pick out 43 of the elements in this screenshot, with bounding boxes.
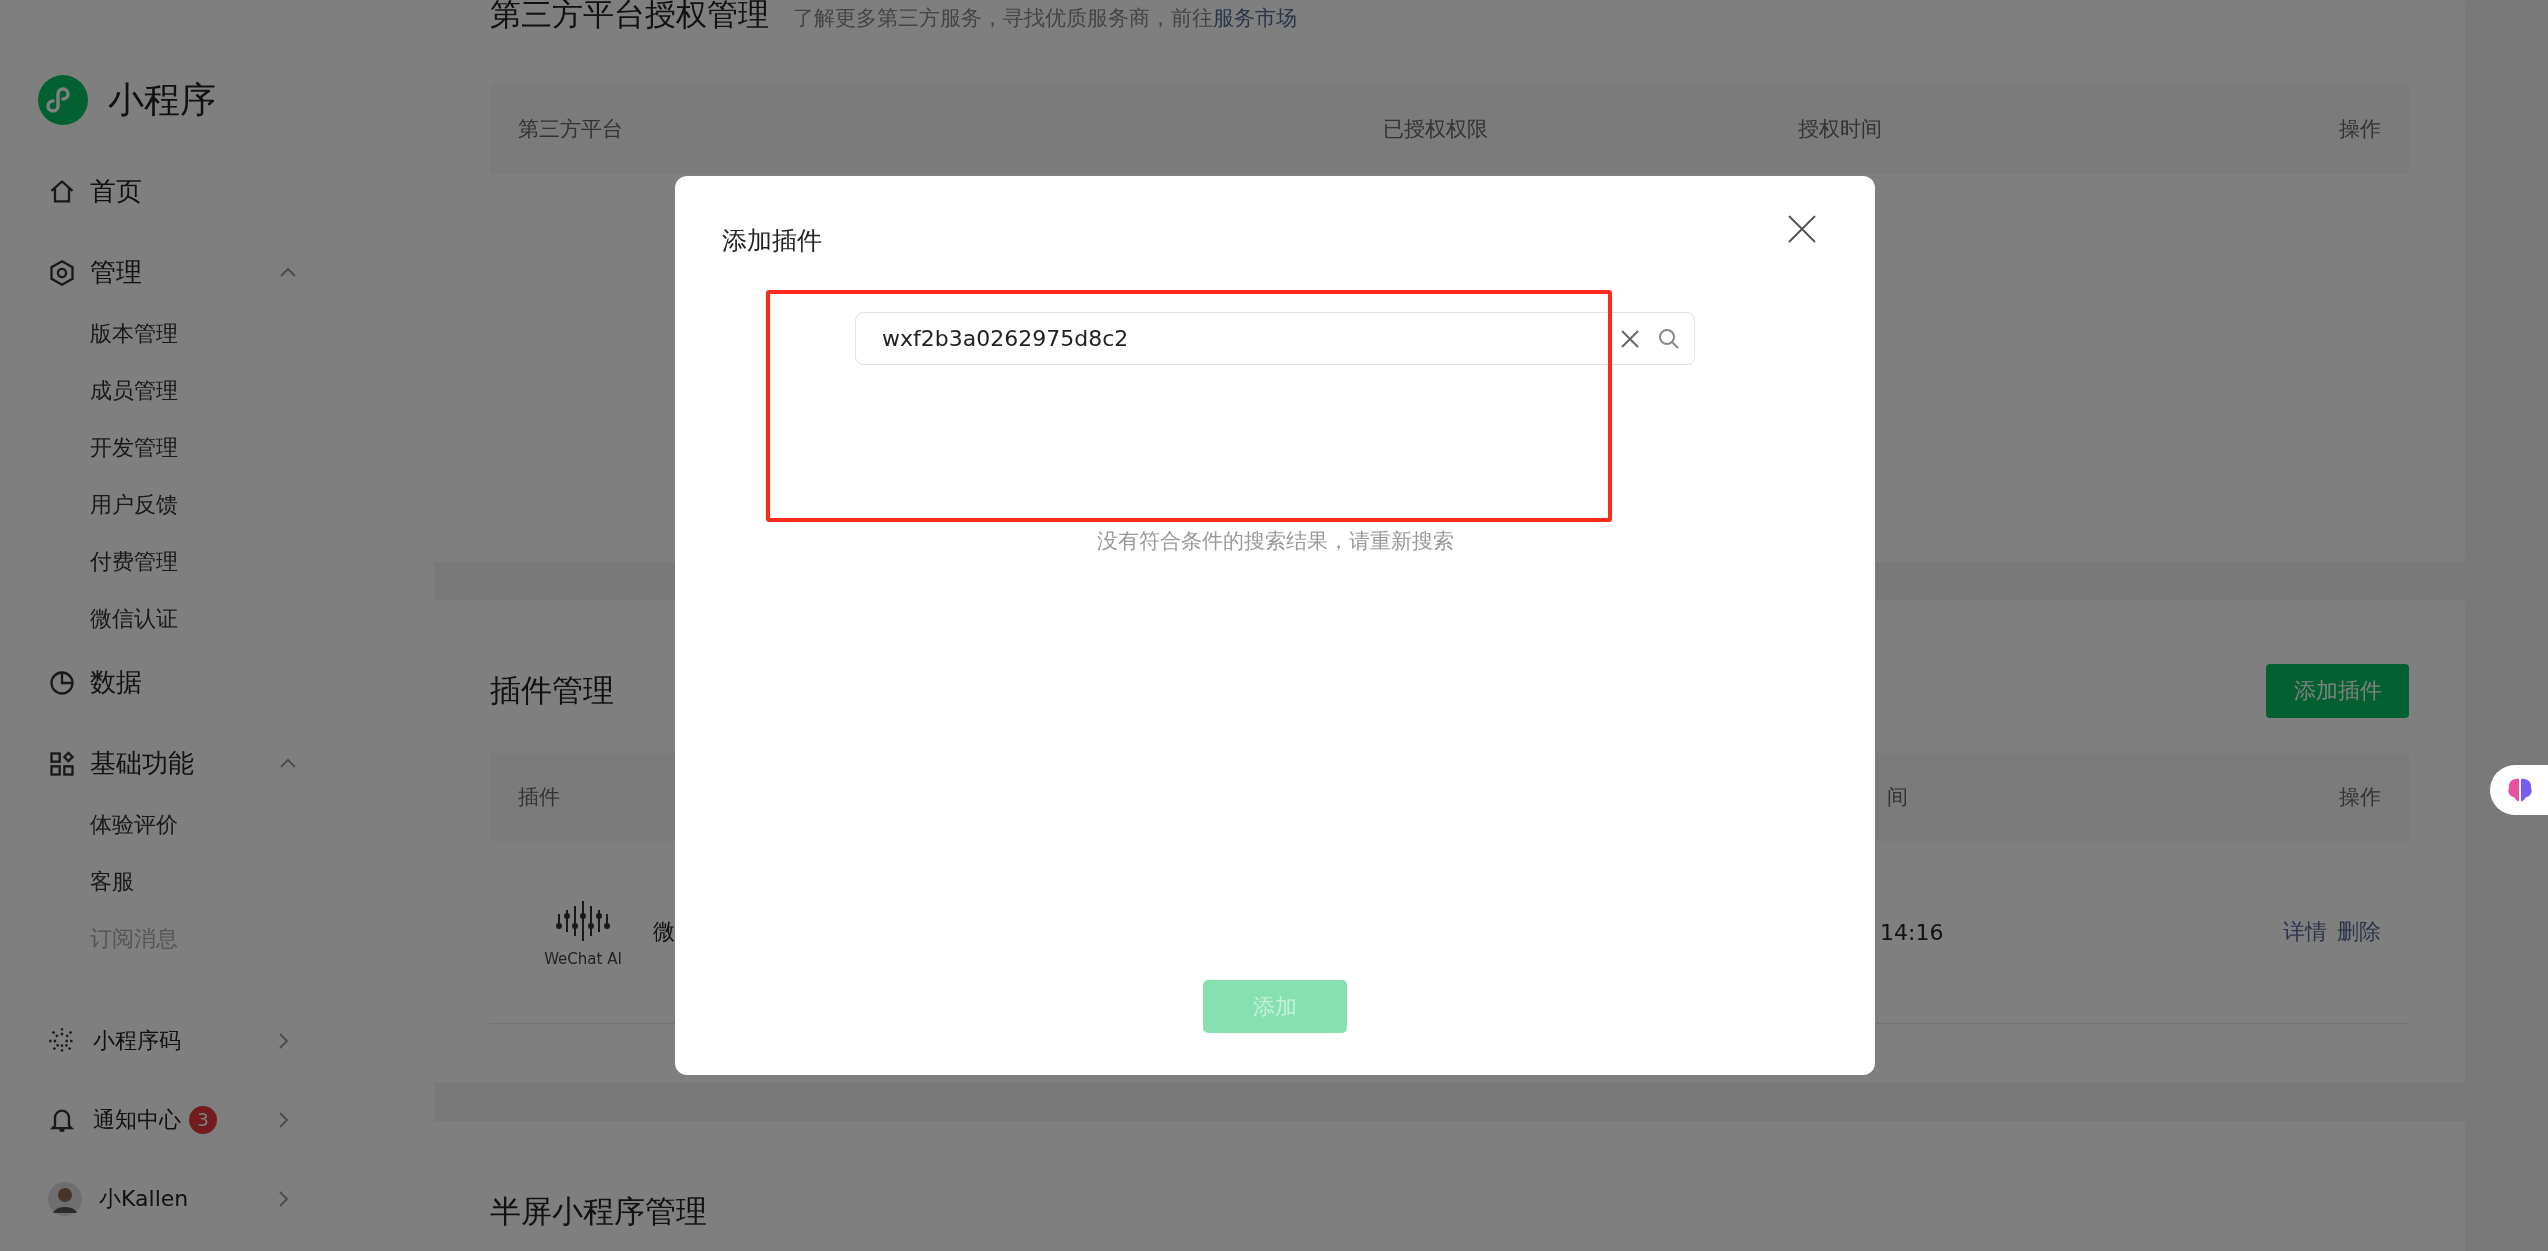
logo-icon (38, 75, 88, 125)
dialog-title: 添加插件 (722, 225, 822, 257)
sidebar-subitem[interactable]: 付费管理 (48, 533, 434, 590)
home-icon (48, 177, 76, 206)
sidebar-link[interactable]: 通知中心 (93, 1104, 181, 1135)
empty-message: 没有符合条件的搜索结果，请重新搜索 (1096, 528, 1454, 555)
column-header: 间 (1887, 784, 1909, 811)
app-title: 小程序 (108, 77, 216, 122)
avatar-icon (48, 1181, 82, 1216)
table-cell-text: 14:16 (1880, 919, 1945, 945)
column-header: 第三方平台 (518, 116, 624, 143)
column-header: 插件 (518, 784, 561, 811)
settings-icon (48, 258, 76, 287)
section-title: 插件管理 (490, 671, 614, 710)
search-field[interactable]: wxf2b3a0262975d8c2 (880, 325, 1602, 352)
pie-chart-icon (48, 668, 76, 697)
action-link[interactable]: 详情 (2283, 917, 2327, 947)
table-cell-text: 微 (653, 918, 676, 946)
close-button[interactable] (1786, 212, 1818, 245)
sidebar-subitem[interactable]: 成员管理 (48, 362, 434, 419)
sparkle-icon (48, 1026, 76, 1055)
assistant-button[interactable] (2490, 765, 2548, 815)
column-header: 操作 (2339, 784, 2381, 811)
action-link[interactable]: 删除 (2337, 917, 2381, 947)
grid-icon (48, 749, 76, 778)
sidebar-subitem[interactable]: 开发管理 (48, 419, 434, 476)
column-header: 已授权权限 (1383, 116, 1489, 143)
column-header: 授权时间 (1798, 116, 1883, 143)
sidebar-subitem[interactable]: 客服 (48, 853, 434, 910)
section-title: 半屏小程序管理 (490, 1193, 707, 1229)
brain-icon[interactable] (2506, 777, 2534, 803)
sidebar-item[interactable]: 首页 (48, 151, 298, 232)
sidebar-subitem[interactable]: 用户反馈 (48, 476, 434, 533)
sidebar-link[interactable]: 小Kallen (99, 1183, 189, 1214)
count-badge: 3 (189, 1105, 217, 1134)
search-icon[interactable] (1658, 327, 1680, 350)
market-link[interactable]: 服务市场 (1213, 6, 1297, 30)
sidebar-link[interactable]: 小程序码 (93, 1025, 181, 1056)
search-box[interactable]: wxf2b3a0262975d8c2 (855, 312, 1695, 365)
logo-caption: WeChat AI (544, 950, 622, 968)
section-description: 了解更多第三方服务，寻找优质服务商，前往服务市场 (793, 5, 1297, 32)
clear-icon[interactable] (1620, 328, 1640, 349)
column-header: 操作 (2339, 116, 2381, 143)
